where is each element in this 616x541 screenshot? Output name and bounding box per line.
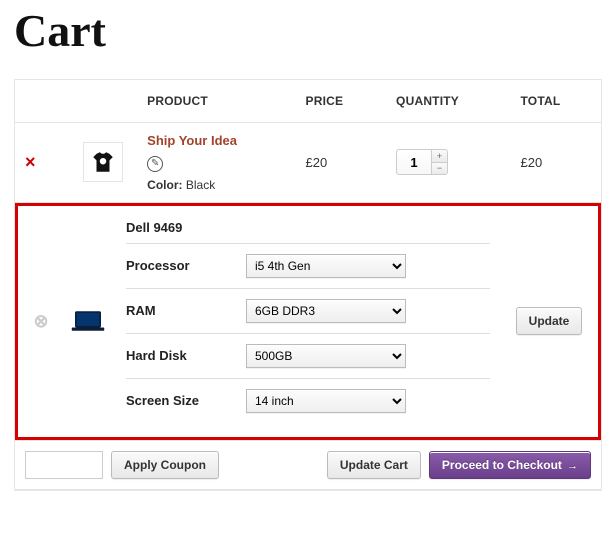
spec-label-processor: Processor — [126, 258, 246, 273]
spec-select-harddisk[interactable]: 500GB — [246, 344, 406, 368]
product-name: Dell 9469 — [126, 212, 490, 244]
coupon-code-input[interactable] — [25, 451, 103, 479]
update-cart-button[interactable]: Update Cart — [327, 451, 421, 479]
col-header-price: PRICE — [296, 80, 387, 123]
cart-row-ship-your-idea: × Ship Your Idea ✎ Color: Black £20 — [15, 123, 601, 203]
spec-label-screen: Screen Size — [126, 393, 246, 408]
apply-coupon-button[interactable]: Apply Coupon — [111, 451, 219, 479]
product-variation: Color: Black — [147, 178, 285, 192]
update-item-button[interactable]: Update — [516, 307, 583, 335]
quantity-increase-button[interactable]: + — [432, 150, 447, 163]
col-header-product: PRODUCT — [137, 80, 295, 123]
cart-table: PRODUCT PRICE QUANTITY TOTAL × Ship Your… — [14, 79, 602, 491]
quantity-decrease-button[interactable]: − — [432, 163, 447, 175]
spec-label-ram: RAM — [126, 303, 246, 318]
product-name-link[interactable]: Ship Your Idea — [147, 133, 285, 148]
quantity-input[interactable] — [397, 150, 431, 174]
backorder-icon: ✎ — [147, 156, 163, 172]
cart-actions-row: Apply Coupon Update Cart Proceed to Chec… — [15, 441, 601, 490]
tshirt-icon — [90, 149, 116, 175]
quantity-stepper[interactable]: + − — [396, 149, 448, 175]
spec-label-harddisk: Hard Disk — [126, 348, 246, 363]
product-thumbnail[interactable] — [68, 301, 108, 341]
item-total: £20 — [510, 123, 601, 203]
remove-item-button[interactable]: × — [25, 153, 36, 171]
proceed-to-checkout-button[interactable]: Proceed to Checkout → — [429, 451, 591, 479]
spec-select-ram[interactable]: 6GB DDR3 — [246, 299, 406, 323]
col-header-total: TOTAL — [510, 80, 601, 123]
product-thumbnail[interactable] — [83, 142, 123, 182]
col-header-quantity: QUANTITY — [386, 80, 510, 123]
page-title: Cart — [14, 4, 602, 57]
spec-select-screen[interactable]: 14 inch — [246, 389, 406, 413]
item-price: £20 — [296, 123, 387, 203]
spec-select-processor[interactable]: i5 4th Gen — [246, 254, 406, 278]
arrow-right-icon: → — [564, 460, 578, 472]
remove-item-button-disabled: ⊗ — [33, 312, 48, 330]
laptop-icon — [68, 308, 108, 334]
cart-row-dell-9469: ⊗ Dell 9469 — [15, 203, 601, 441]
